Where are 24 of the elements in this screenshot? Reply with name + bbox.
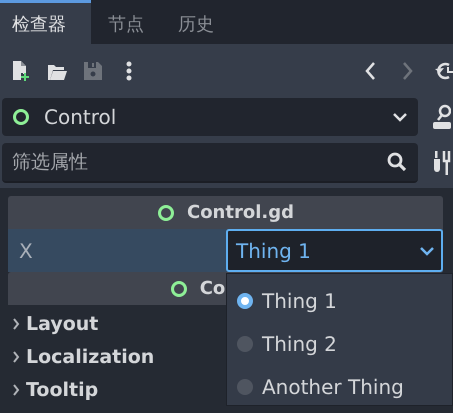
- tab[interactable]: 检查器: [0, 0, 91, 44]
- tab[interactable]: 节点: [91, 0, 161, 44]
- script-circle-icon: [156, 204, 175, 222]
- dropdown-option[interactable]: Thing 1: [227, 279, 343, 322]
- section-title: Control.gd: [186, 202, 294, 223]
- option-dropdown[interactable]: Thing 1: [226, 229, 443, 272]
- node-circle-icon: [12, 108, 30, 126]
- chevron-right-icon: [12, 318, 20, 330]
- property-group[interactable]: Layout: [8, 307, 104, 340]
- property-group[interactable]: Tooltip: [8, 373, 104, 406]
- script-circle-icon: [170, 280, 188, 298]
- tools-icon[interactable]: [433, 149, 451, 177]
- property-label: X: [18, 238, 34, 262]
- object-selector[interactable]: Control: [2, 98, 418, 136]
- chevron-right-icon: [12, 350, 20, 362]
- dropdown-option[interactable]: Thing 2: [227, 322, 343, 365]
- section-title: Co: [200, 278, 226, 299]
- help-search-icon[interactable]: [433, 104, 451, 130]
- property-group[interactable]: Localization: [8, 340, 160, 373]
- tab[interactable]: 历史: [161, 0, 231, 44]
- chevron-right-icon: [12, 384, 20, 396]
- dropdown-option[interactable]: Another Thing: [227, 365, 410, 408]
- history-icon[interactable]: [435, 60, 453, 82]
- search-icon: [386, 151, 408, 173]
